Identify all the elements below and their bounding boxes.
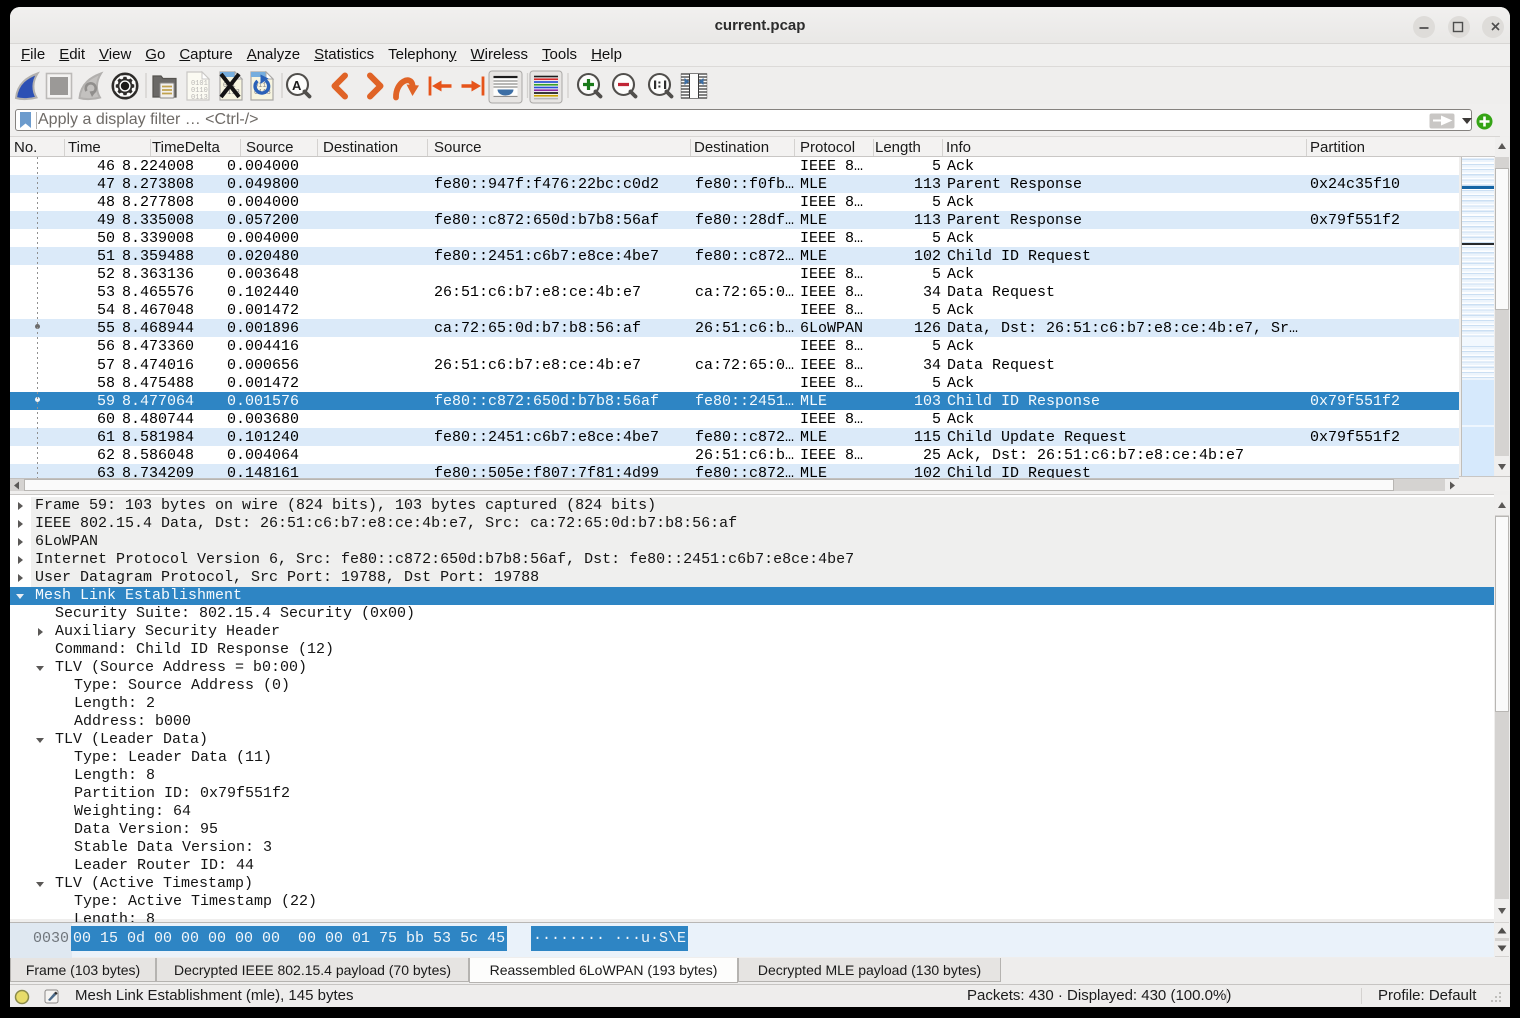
svg-text:0113: 0113 [191, 94, 208, 102]
svg-text:A: A [292, 78, 302, 93]
